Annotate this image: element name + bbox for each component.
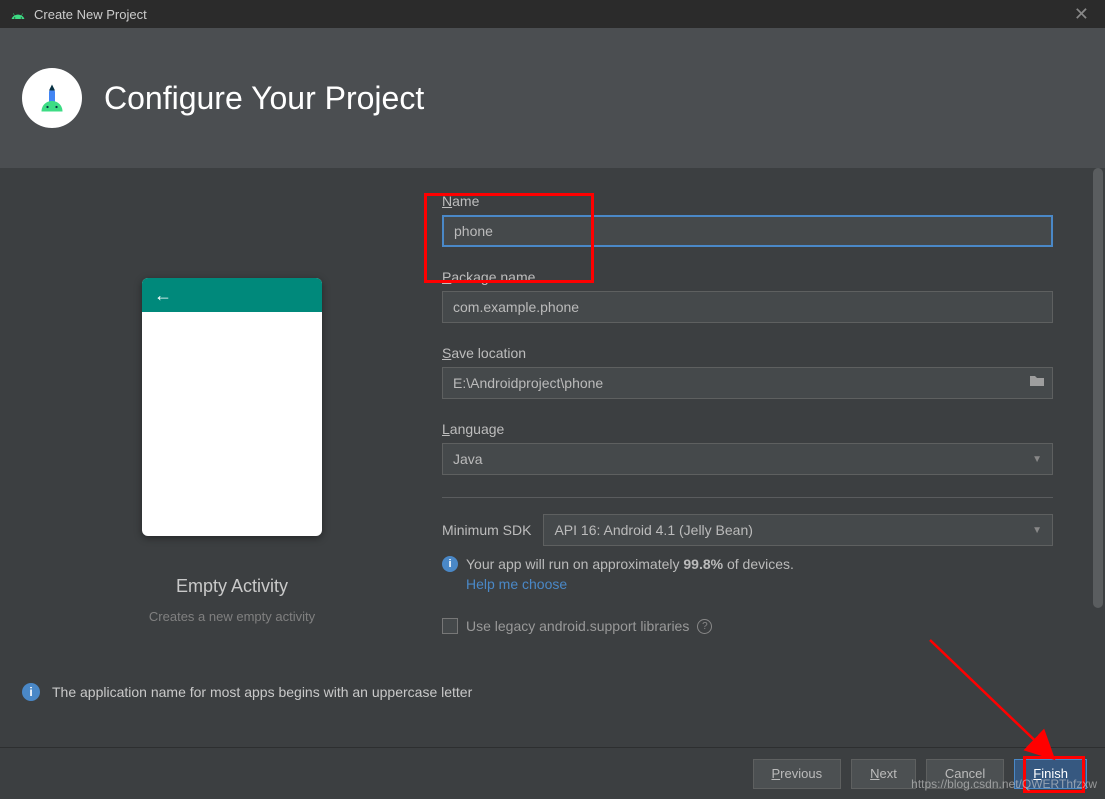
sdk-select[interactable]: API 16: Android 4.1 (Jelly Bean) ▼ <box>543 514 1053 546</box>
separator <box>442 497 1053 498</box>
sdk-info: i Your app will run on approximately 99.… <box>442 556 1053 572</box>
warning-text: The application name for most apps begin… <box>52 684 472 700</box>
android-studio-logo <box>22 68 82 128</box>
android-icon <box>10 9 26 19</box>
page-title: Configure Your Project <box>104 80 424 117</box>
location-label: Save locationSave location <box>442 345 1053 361</box>
package-input[interactable] <box>442 291 1053 323</box>
help-icon[interactable]: ? <box>697 619 712 634</box>
package-label: Package namePackage name <box>442 269 1053 285</box>
preview-title: Empty Activity <box>176 576 288 597</box>
close-icon[interactable]: ✕ <box>1068 4 1095 25</box>
scrollbar[interactable] <box>1091 168 1105 638</box>
back-arrow-icon: ← <box>154 285 172 306</box>
preview-subtitle: Creates a new empty activity <box>149 609 315 624</box>
location-input[interactable] <box>442 367 1053 399</box>
chevron-down-icon: ▼ <box>1032 525 1042 536</box>
info-icon: i <box>22 683 40 701</box>
window-title: Create New Project <box>34 7 147 22</box>
activity-preview: ← <box>142 278 322 536</box>
chevron-down-icon: ▼ <box>1032 454 1042 465</box>
legacy-label: Use legacy android.support libraries <box>466 618 689 634</box>
header: Configure Your Project <box>0 28 1105 168</box>
name-label: NNameame <box>442 193 1053 209</box>
name-input[interactable] <box>442 215 1053 247</box>
next-button[interactable]: NextNext <box>851 759 916 789</box>
footer: PreviousPrevious NextNext CancelCancel F… <box>0 747 1105 799</box>
help-link[interactable]: Help me choose <box>466 576 567 592</box>
info-icon: i <box>442 556 458 572</box>
sdk-label: Minimum SDK <box>442 522 531 538</box>
previous-button[interactable]: PreviousPrevious <box>753 759 842 789</box>
language-label: LanguageLanguage <box>442 421 1053 437</box>
title-bar: Create New Project ✕ <box>0 0 1105 28</box>
language-select[interactable]: Java ▼ <box>442 443 1053 475</box>
legacy-checkbox[interactable] <box>442 618 458 634</box>
watermark: https://blog.csdn.net/QWERThfzxw <box>911 777 1097 791</box>
folder-icon[interactable] <box>1029 374 1045 392</box>
